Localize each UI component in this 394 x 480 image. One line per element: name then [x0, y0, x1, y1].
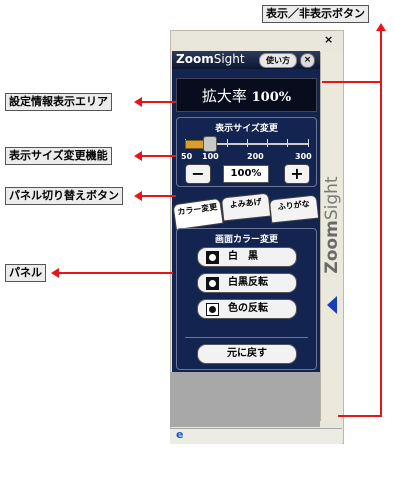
zoom-in-button[interactable]: +	[284, 164, 310, 184]
callout-arrowhead	[376, 23, 386, 31]
logo-zoom-text: Zoom	[176, 52, 214, 66]
sidebar-zoomsight-text: ZoomSight	[322, 176, 342, 274]
color-change-panel: 画面カラー変更 白 黒 白黒反転 色の反転 元に戻す	[176, 228, 317, 370]
callout-arrowhead	[134, 97, 142, 107]
browser-status-icon: e	[176, 428, 184, 441]
size-change-area: 表示サイズ変更 50 100 200 300 − 100% +	[176, 117, 317, 187]
show-hide-toggle[interactable]: ZoomSight	[320, 52, 343, 421]
color-change-title: 画面カラー変更	[214, 235, 278, 245]
zoom-rate-value: 100%	[251, 90, 292, 105]
callout-line	[322, 81, 382, 83]
collapse-arrow-icon[interactable]	[327, 296, 337, 314]
zoom-slider-thumb[interactable]	[203, 136, 217, 152]
panel-switch-tabs: カラー変更 よみあげ ふりがな	[172, 192, 320, 231]
callout-toggle-button: 表示／非表示ボタン	[262, 5, 369, 23]
help-button[interactable]: 使い方	[259, 53, 297, 68]
black-white-icon	[206, 251, 219, 264]
zoomsight-panel: ZoomSight 使い方 × 拡大率 100% 表示サイズ変更 50 100 …	[172, 51, 320, 372]
callout-line	[338, 415, 382, 417]
callout-arrowhead	[134, 191, 142, 201]
callout-panel: パネル	[5, 264, 46, 282]
callout-line	[138, 155, 176, 157]
panel-divider	[185, 337, 308, 338]
tab-read-aloud[interactable]: よみあげ	[220, 192, 272, 222]
size-change-title: 表示サイズ変更	[215, 124, 278, 134]
panel-close-button[interactable]: ×	[300, 53, 315, 68]
zoom-rate-label: 拡大率	[201, 87, 247, 105]
tick-label-50: 50	[181, 152, 193, 161]
callout-panel-switch: パネル切り替えボタン	[5, 187, 123, 205]
reset-button[interactable]: 元に戻す	[197, 344, 297, 364]
settings-info-area: 拡大率 100%	[176, 78, 317, 112]
callout-size-change: 表示サイズ変更機能	[5, 147, 112, 165]
callout-line	[138, 195, 176, 197]
zoom-rate-display: 拡大率 100%	[177, 85, 316, 106]
tick-label-300: 300	[295, 152, 312, 161]
callout-arrowhead	[134, 151, 142, 161]
callout-arrowhead	[51, 268, 59, 278]
callout-line	[55, 272, 173, 274]
color-invert-button[interactable]: 色の反転	[197, 299, 297, 319]
panel-header: ZoomSight 使い方 ×	[172, 51, 320, 69]
black-white-button[interactable]: 白 黒	[197, 247, 297, 267]
window-close-button[interactable]: ×	[324, 33, 333, 46]
black-white-invert-button[interactable]: 白黒反転	[197, 273, 297, 293]
callout-settings-info: 設定情報表示エリア	[5, 93, 112, 111]
zoom-out-button[interactable]: −	[185, 164, 211, 184]
zoomsight-logo: ZoomSight	[176, 52, 245, 66]
tick-label-100: 100	[202, 152, 219, 161]
zoom-value-field: 100%	[223, 165, 269, 183]
callout-line	[138, 101, 176, 103]
logo-sight-text: Sight	[213, 52, 245, 66]
callout-line	[380, 25, 382, 417]
invert-icon	[206, 277, 219, 290]
tick-label-200: 200	[247, 152, 264, 161]
color-invert-icon	[206, 303, 219, 316]
page-area	[170, 372, 320, 427]
tab-furigana[interactable]: ふりがな	[268, 194, 320, 224]
status-bar	[170, 428, 342, 444]
tab-color-change[interactable]: カラー変更	[172, 197, 224, 231]
